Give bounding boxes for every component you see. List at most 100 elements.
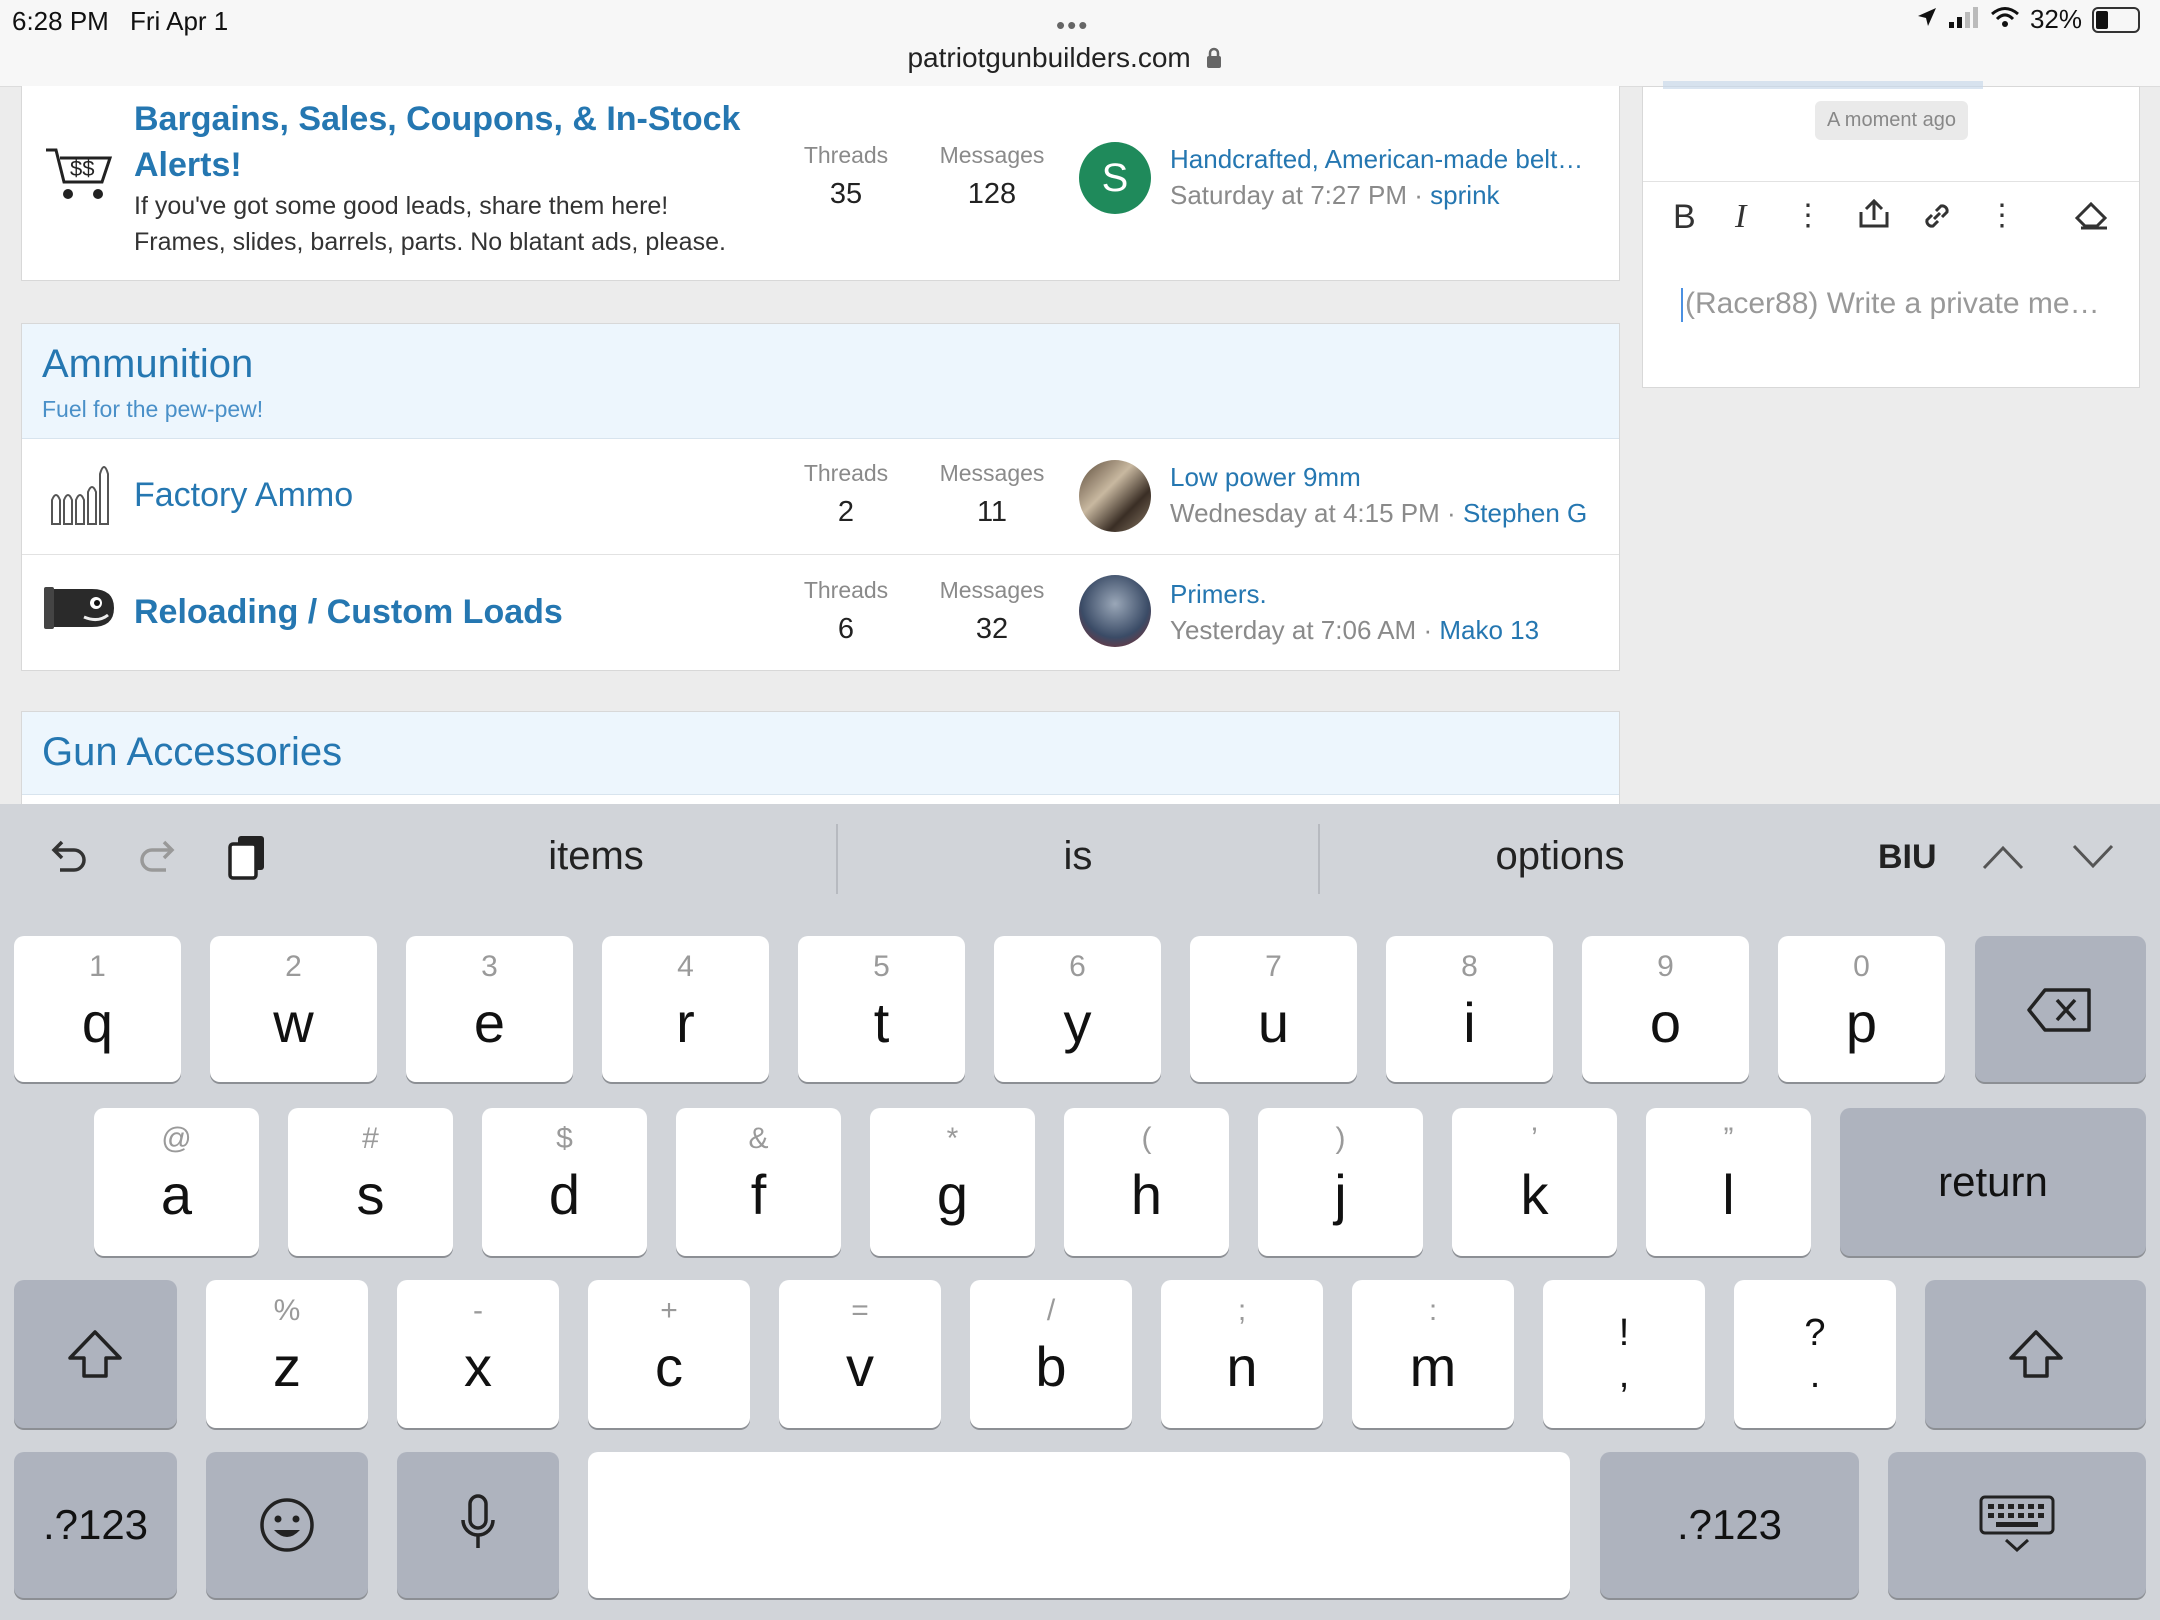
- bullet-bill-icon: [42, 583, 116, 638]
- chevron-up-icon[interactable]: [1980, 842, 2026, 877]
- messages-label: Messages: [939, 460, 1045, 486]
- key-g[interactable]: * g: [870, 1108, 1035, 1256]
- key-k[interactable]: ’ k: [1452, 1108, 1617, 1256]
- shift-key-right[interactable]: [1925, 1280, 2146, 1428]
- biu-format-button[interactable]: BIU: [1878, 838, 1937, 877]
- category-ammunition: Ammunition Fuel for the pew-pew! Factory…: [21, 323, 1620, 671]
- key-label: c: [655, 1335, 683, 1398]
- key-l[interactable]: ” l: [1646, 1108, 1811, 1256]
- undo-icon[interactable]: [46, 834, 90, 883]
- messages-label: Messages: [939, 577, 1045, 603]
- key-n[interactable]: ; n: [1161, 1280, 1323, 1428]
- key-y[interactable]: 6y: [994, 936, 1161, 1082]
- multitask-dots-icon[interactable]: •••: [1056, 10, 1089, 41]
- key-t[interactable]: 5t: [798, 936, 965, 1082]
- key-w[interactable]: 2w: [210, 936, 377, 1082]
- key-a[interactable]: @ a: [94, 1108, 259, 1256]
- key-label: f: [750, 1163, 767, 1226]
- space-key[interactable]: [588, 1452, 1570, 1598]
- key-z[interactable]: % z: [206, 1280, 368, 1428]
- key-e[interactable]: 3e: [406, 936, 573, 1082]
- hide-keyboard-key[interactable]: [1888, 1452, 2146, 1598]
- forum-title-line2[interactable]: Alerts!: [134, 142, 740, 188]
- category-title[interactable]: Ammunition: [42, 342, 253, 387]
- forum-title[interactable]: Reloading / Custom Loads: [134, 593, 563, 632]
- message-placeholder: (Racer88) Write a private me…: [1685, 287, 2100, 320]
- message-input[interactable]: (Racer88) Write a private me…: [1681, 287, 2100, 323]
- key-i[interactable]: 8i: [1386, 936, 1553, 1082]
- backspace-key[interactable]: [1975, 936, 2146, 1082]
- key-hint: #: [362, 1122, 379, 1155]
- bold-button[interactable]: B: [1673, 198, 1696, 237]
- category-title[interactable]: Gun Accessories: [42, 730, 342, 775]
- emoji-key[interactable]: [206, 1452, 368, 1598]
- last-post-title[interactable]: Handcrafted, American-made belt…: [1170, 144, 1583, 175]
- avatar-letter: S: [1101, 156, 1129, 200]
- last-post-user[interactable]: Mako 13: [1439, 615, 1539, 645]
- eraser-icon[interactable]: [2073, 198, 2111, 239]
- key-p[interactable]: 0p: [1778, 936, 1945, 1082]
- key-j[interactable]: ) j: [1258, 1108, 1423, 1256]
- key-question-period[interactable]: ?.: [1734, 1280, 1896, 1428]
- italic-button[interactable]: I: [1735, 198, 1746, 236]
- key-hint: 1: [89, 950, 106, 983]
- key-c[interactable]: + c: [588, 1280, 750, 1428]
- key-exclaim-comma[interactable]: !,: [1543, 1280, 1705, 1428]
- last-post-user[interactable]: Stephen G: [1463, 498, 1587, 528]
- redo-icon[interactable]: [136, 834, 180, 883]
- suggestion-2[interactable]: is: [838, 834, 1318, 879]
- link-icon[interactable]: [1919, 198, 1955, 243]
- last-post-title[interactable]: Primers.: [1170, 579, 1267, 610]
- chevron-down-icon[interactable]: [2070, 842, 2116, 877]
- key-v[interactable]: = v: [779, 1280, 941, 1428]
- key-h[interactable]: (h: [1064, 1108, 1229, 1256]
- key-b[interactable]: / b: [970, 1280, 1132, 1428]
- shopping-cart-icon: $$: [44, 142, 114, 209]
- key-hint: ’: [1531, 1122, 1538, 1155]
- threads-count: 2: [837, 496, 855, 528]
- key-u[interactable]: 7u: [1190, 936, 1357, 1082]
- key-r[interactable]: 4r: [602, 936, 769, 1082]
- dictation-key[interactable]: [397, 1452, 559, 1598]
- key-label: d: [548, 1163, 581, 1226]
- threads-label: Threads: [803, 460, 889, 486]
- address-bar[interactable]: patriotgunbuilders.com: [0, 42, 2130, 76]
- key-label: o: [1649, 991, 1682, 1054]
- key-x[interactable]: -x: [397, 1280, 559, 1428]
- return-key[interactable]: return: [1840, 1108, 2146, 1256]
- shift-key-left[interactable]: [14, 1280, 177, 1428]
- wifi-icon: [1990, 4, 2020, 35]
- threads-label: Threads: [803, 142, 889, 168]
- conversation-panel: A moment ago B I ⋮ ⋮ (Racer88) Write a p…: [1642, 81, 2140, 388]
- key-alt-label: ?: [1804, 1312, 1826, 1354]
- suggestion-1[interactable]: items: [356, 834, 836, 879]
- key-label: w: [273, 991, 314, 1054]
- key-q[interactable]: 1q: [14, 936, 181, 1082]
- more-text-icon[interactable]: ⋮: [1793, 198, 1823, 233]
- key-s[interactable]: # s: [288, 1108, 453, 1256]
- forum-title-line1[interactable]: Bargains, Sales, Coupons, & In-Stock: [134, 96, 740, 142]
- key-hint: 6: [1069, 950, 1086, 983]
- last-post-user[interactable]: sprink: [1430, 180, 1499, 210]
- keyboard-dismiss-icon: [1978, 1494, 2056, 1561]
- avatar[interactable]: [1079, 575, 1151, 647]
- suggestion-3[interactable]: options: [1320, 834, 1800, 879]
- upload-icon[interactable]: [1855, 198, 1893, 239]
- numbers-key-left[interactable]: .?123: [14, 1452, 177, 1598]
- key-f[interactable]: & f: [676, 1108, 841, 1256]
- more-options-icon[interactable]: ⋮: [1987, 198, 2017, 233]
- backspace-icon: [2025, 986, 2095, 1039]
- forum-card-bargains: $$ Bargains, Sales, Coupons, & In-Stock …: [21, 86, 1620, 281]
- meta-separator: ·: [1423, 615, 1433, 645]
- numbers-key-right[interactable]: .?123: [1600, 1452, 1859, 1598]
- paste-icon[interactable]: [226, 832, 270, 887]
- last-post-title[interactable]: Low power 9mm: [1170, 462, 1361, 493]
- threads-label: Threads: [803, 577, 889, 603]
- avatar[interactable]: S: [1079, 142, 1151, 214]
- key-m[interactable]: :m: [1352, 1280, 1514, 1428]
- forum-title-link[interactable]: Bargains, Sales, Coupons, & In-Stock Ale…: [134, 96, 740, 188]
- key-d[interactable]: $ d: [482, 1108, 647, 1256]
- key-o[interactable]: 9o: [1582, 936, 1749, 1082]
- forum-title[interactable]: Factory Ammo: [134, 476, 353, 515]
- avatar[interactable]: [1079, 460, 1151, 532]
